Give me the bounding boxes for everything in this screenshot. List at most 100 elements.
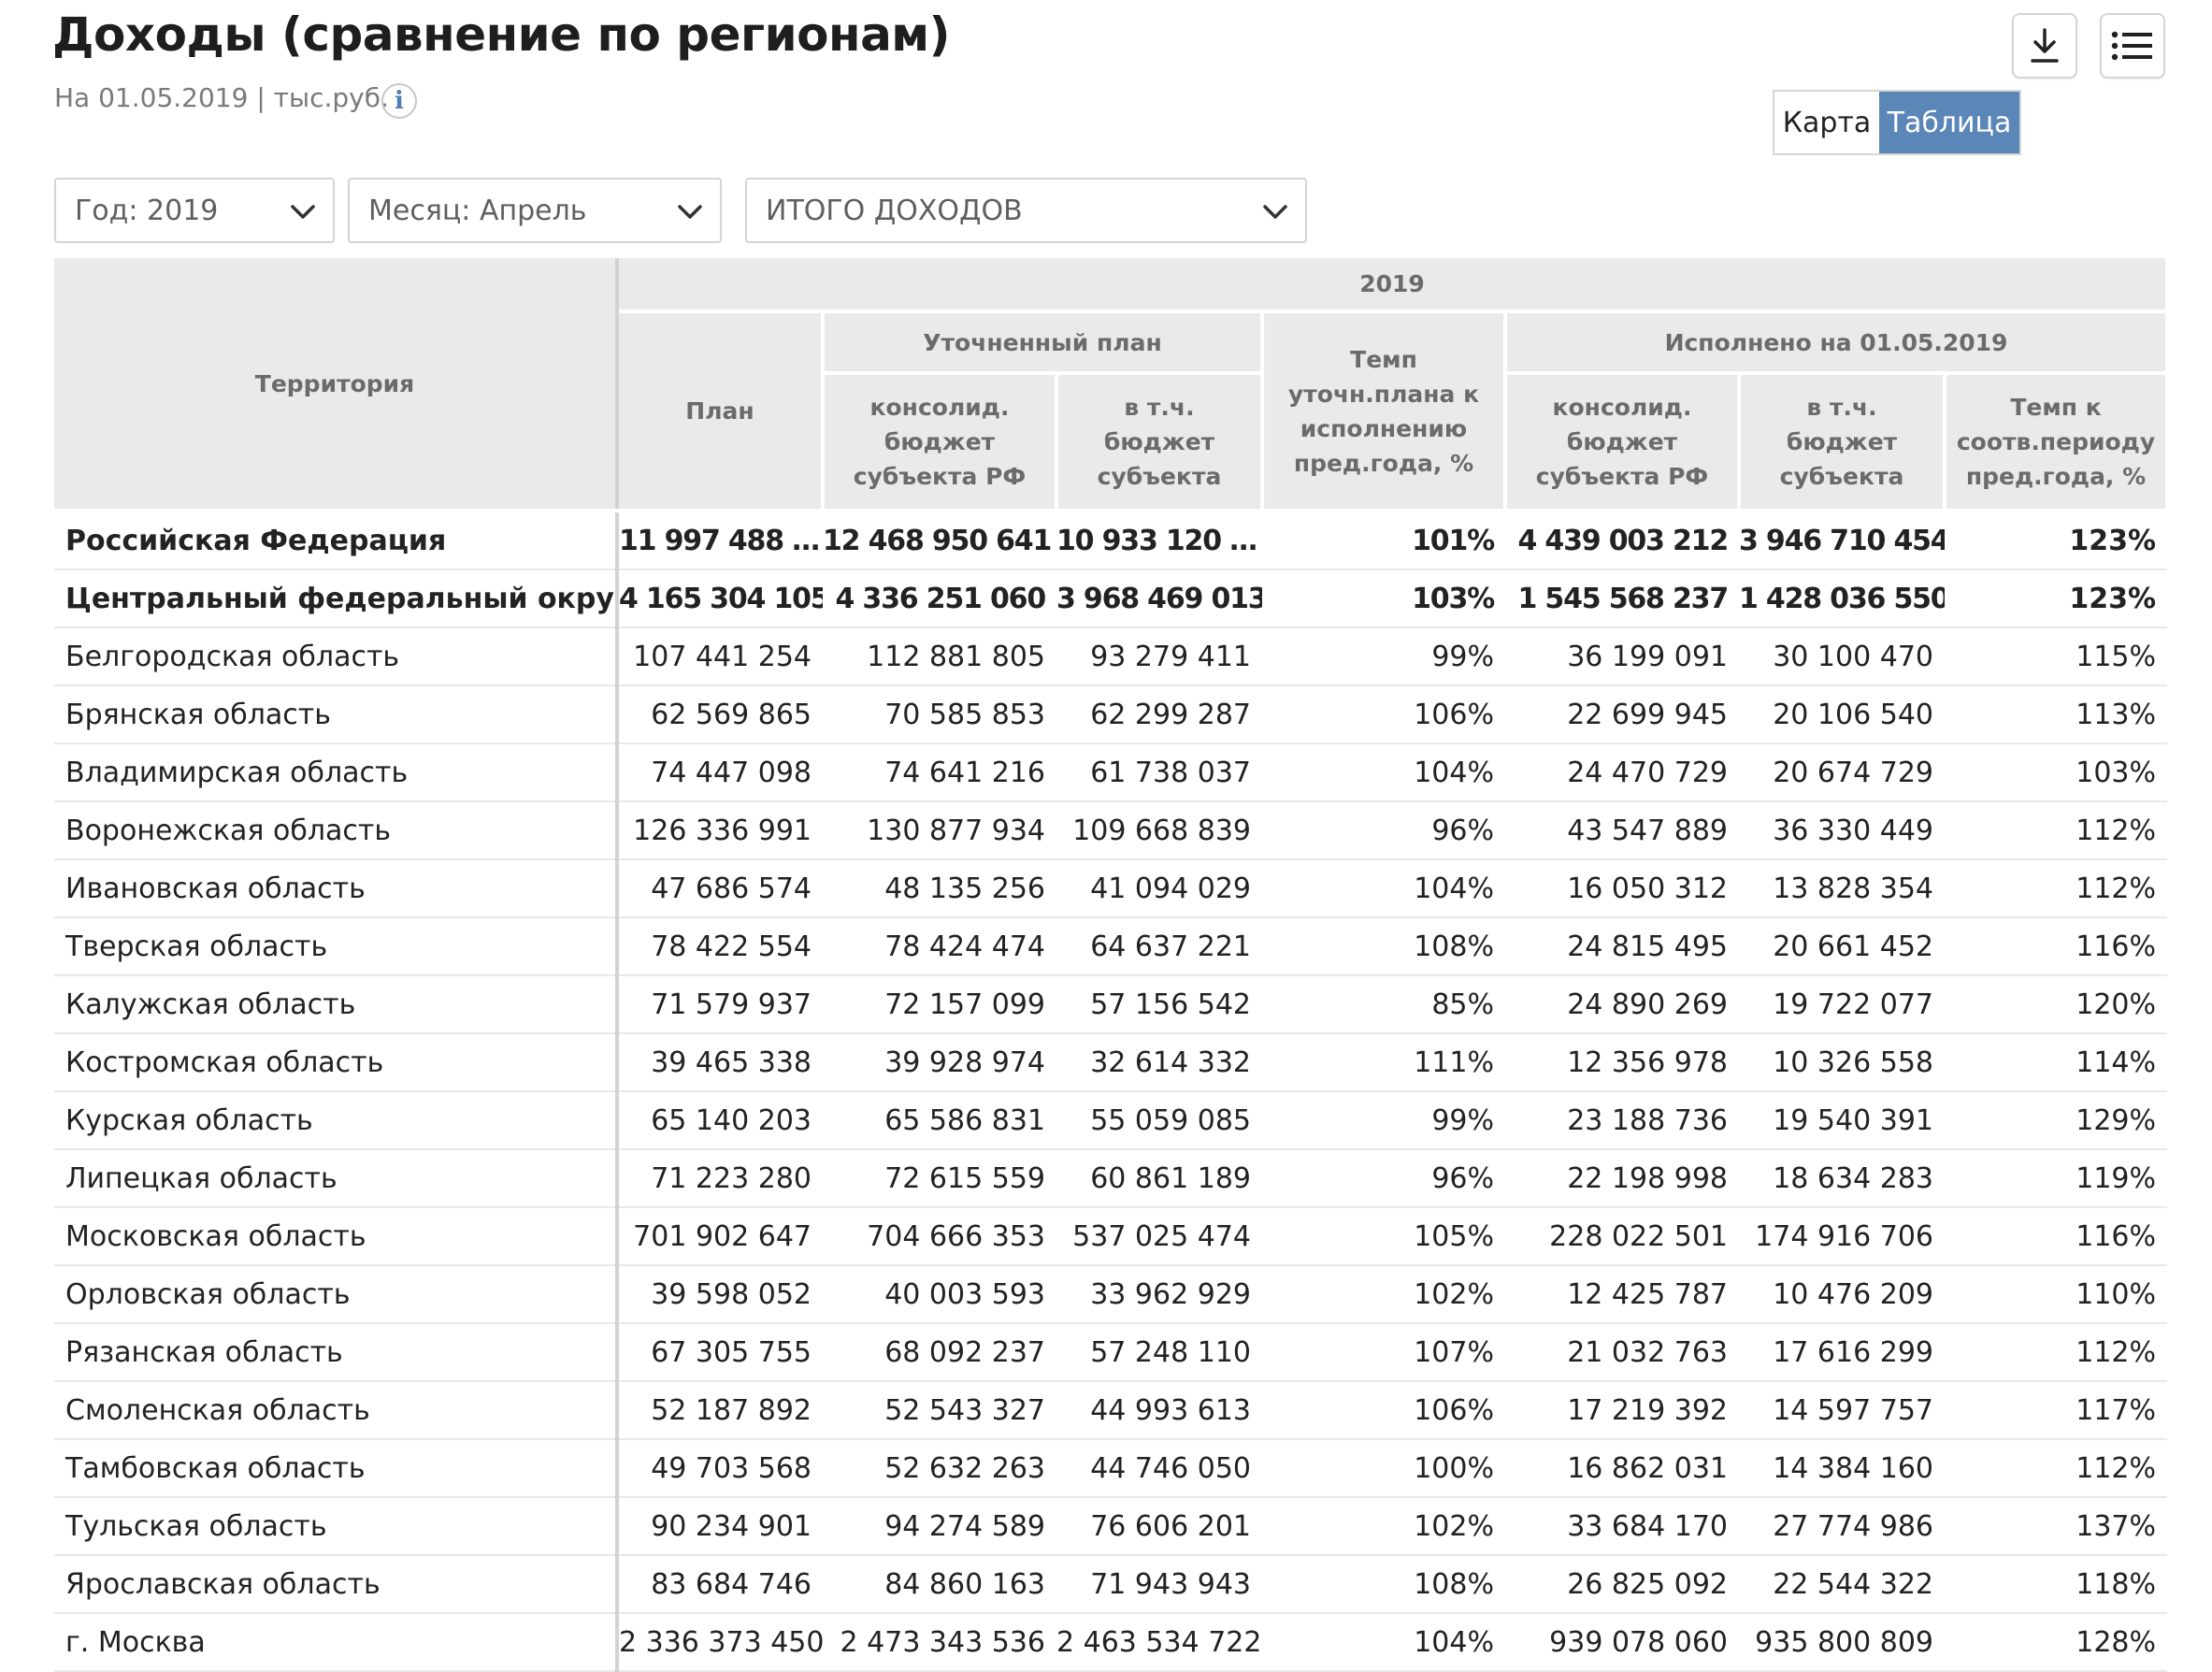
cell-refined-subject: 41 094 029 (1056, 859, 1262, 918)
cell-executed-consolidated: 43 547 889 (1505, 801, 1739, 860)
cell-plan: 39 598 052 (617, 1265, 823, 1324)
cell-rate-plan: 99% (1262, 627, 1505, 686)
table-row[interactable]: Рязанская область 67 305 755 68 092 237 57 … (54, 1323, 2168, 1382)
table-row[interactable]: Тульская область 90 234 901 94 274 589 76 6… (54, 1497, 2168, 1556)
cell-territory: Российская Федерация (54, 511, 619, 570)
col-header-territory[interactable]: Территория (54, 258, 619, 512)
download-button[interactable] (2012, 13, 2077, 79)
cell-refined-subject: 60 861 189 (1056, 1149, 1262, 1208)
cell-rate-plan: 108% (1262, 917, 1505, 976)
cell-rate-plan: 103% (1262, 569, 1505, 628)
cell-plan: 4 165 304 105 (617, 569, 823, 628)
cell-refined-consolidated: 48 135 256 (823, 859, 1056, 918)
table-row[interactable]: Воронежская область 126 336 991 130 877 93… (54, 801, 2168, 860)
cell-refined-subject: 57 156 542 (1056, 975, 1262, 1034)
cell-rate-plan: 101% (1262, 511, 1505, 570)
cell-executed-consolidated: 22 699 945 (1505, 685, 1739, 744)
cell-refined-subject: 71 943 943 (1056, 1555, 1262, 1614)
cell-executed-consolidated: 24 815 495 (1505, 917, 1739, 976)
table-row[interactable]: Калужская область 71 579 937 72 157 099 57 … (54, 975, 2168, 1034)
cell-territory: Курская область (54, 1091, 619, 1150)
cell-rate-period: 120% (1945, 975, 2168, 1034)
table-row[interactable]: г. Москва 2 336 373 450 2 473 343 536 2 463… (54, 1613, 2168, 1672)
cell-executed-subject: 1 428 036 550 (1739, 569, 1945, 628)
cell-territory: Смоленская область (54, 1381, 619, 1440)
table-row[interactable]: Тамбовская область 49 703 568 52 632 263 44… (54, 1439, 2168, 1498)
cell-rate-period: 123% (1945, 569, 2168, 628)
table-row[interactable]: Московская область 701 902 647 704 666 353… (54, 1207, 2168, 1266)
cell-rate-plan: 100% (1262, 1439, 1505, 1498)
map-view-button[interactable]: Карта (1774, 92, 1879, 153)
cell-executed-subject: 13 828 354 (1739, 859, 1945, 918)
table-row[interactable]: Костромская область 39 465 338 39 928 974 3… (54, 1033, 2168, 1092)
table-row[interactable]: Курская область 65 140 203 65 586 831 55 05… (54, 1091, 2168, 1150)
table-row[interactable]: Ярославская область 83 684 746 84 860 163 7… (54, 1555, 2168, 1614)
col-header-executed-consolidated[interactable]: консолид. бюджет субъекта РФ (1505, 373, 1741, 512)
table-row[interactable]: Российская Федерация 11 997 488 … 12 468 9… (54, 511, 2168, 570)
year-select[interactable]: Год: 2019 (54, 178, 335, 243)
cell-refined-consolidated: 74 641 216 (823, 743, 1056, 802)
cell-rate-period: 115% (1945, 627, 2168, 686)
col-header-plan[interactable]: План (617, 311, 825, 512)
cell-refined-subject: 2 463 534 722 (1056, 1613, 1262, 1672)
cell-refined-subject: 55 059 085 (1056, 1091, 1262, 1150)
table-row[interactable]: Смоленская область 52 187 892 52 543 327 44… (54, 1381, 2168, 1440)
cell-executed-consolidated: 24 470 729 (1505, 743, 1739, 802)
cell-refined-subject: 3 968 469 013 (1056, 569, 1262, 628)
table-row[interactable]: Липецкая область 71 223 280 72 615 559 60 8… (54, 1149, 2168, 1208)
cell-refined-consolidated: 68 092 237 (823, 1323, 1056, 1382)
cell-executed-subject: 18 634 283 (1739, 1149, 1945, 1208)
cell-rate-period: 123% (1945, 511, 2168, 570)
cell-executed-subject: 27 774 986 (1739, 1497, 1945, 1556)
cell-rate-period: 137% (1945, 1497, 2168, 1556)
cell-refined-consolidated: 39 928 974 (823, 1033, 1056, 1092)
cell-executed-consolidated: 23 188 736 (1505, 1091, 1739, 1150)
cell-refined-consolidated: 40 003 593 (823, 1265, 1056, 1324)
col-header-executed-subject[interactable]: в т.ч. бюджет субъекта (1739, 373, 1946, 512)
col-header-rate-period[interactable]: Темп к соотв.периоду пред.года, % (1945, 373, 2170, 512)
cell-executed-consolidated: 22 198 998 (1505, 1149, 1739, 1208)
info-icon[interactable]: i (381, 83, 417, 119)
menu-button[interactable] (2100, 13, 2165, 79)
cell-refined-consolidated: 94 274 589 (823, 1497, 1056, 1556)
income-type-select[interactable]: ИТОГО ДОХОДОВ (745, 178, 1307, 243)
cell-rate-plan: 111% (1262, 1033, 1505, 1092)
cell-executed-consolidated: 26 825 092 (1505, 1555, 1739, 1614)
table-view-button[interactable]: Таблица (1879, 92, 2019, 153)
table-row[interactable]: Центральный федеральный округ 4 165 304 1… (54, 569, 2168, 628)
cell-plan: 78 422 554 (617, 917, 823, 976)
cell-rate-plan: 104% (1262, 1613, 1505, 1672)
cell-executed-subject: 22 544 322 (1739, 1555, 1945, 1614)
table-row[interactable]: Ивановская область 47 686 574 48 135 256 41… (54, 859, 2168, 918)
col-header-refined-subject[interactable]: в т.ч. бюджет субъекта (1056, 373, 1264, 512)
cell-executed-consolidated: 4 439 003 212 (1505, 511, 1739, 570)
table-row[interactable]: Брянская область 62 569 865 70 585 853 62 2… (54, 685, 2168, 744)
cell-territory: Тульская область (54, 1497, 619, 1556)
col-header-rate-plan[interactable]: Темп уточн.плана к исполнению пред.года,… (1262, 311, 1507, 512)
table-row[interactable]: Орловская область 39 598 052 40 003 593 33 … (54, 1265, 2168, 1324)
chevron-down-icon (678, 205, 702, 219)
cell-executed-subject: 20 674 729 (1739, 743, 1945, 802)
cell-territory: Владимирская область (54, 743, 619, 802)
col-header-refined-consolidated[interactable]: консолид. бюджет субъекта РФ (823, 373, 1058, 512)
cell-territory: Калужская область (54, 975, 619, 1034)
cell-executed-consolidated: 33 684 170 (1505, 1497, 1739, 1556)
cell-refined-consolidated: 12 468 950 641 (823, 511, 1056, 570)
cell-rate-plan: 96% (1262, 1149, 1505, 1208)
cell-rate-period: 110% (1945, 1265, 2168, 1324)
cell-territory: Тамбовская область (54, 1439, 619, 1498)
cell-plan: 62 569 865 (617, 685, 823, 744)
cell-territory: Орловская область (54, 1265, 619, 1324)
cell-executed-subject: 17 616 299 (1739, 1323, 1945, 1382)
table-row[interactable]: Белгородская область 107 441 254 112 881 8… (54, 627, 2168, 686)
table-row[interactable]: Владимирская область 74 447 098 74 641 216… (54, 743, 2168, 802)
regions-table: Территория 2019 План Уточненный план Тем… (54, 258, 2170, 1672)
cell-rate-period: 114% (1945, 1033, 2168, 1092)
download-icon (2031, 28, 2059, 63)
table-row[interactable]: Тверская область 78 422 554 78 424 474 64 6… (54, 917, 2168, 976)
cell-executed-subject: 14 384 160 (1739, 1439, 1945, 1498)
month-select[interactable]: Месяц: Апрель (348, 178, 722, 243)
cell-refined-subject: 44 993 613 (1056, 1381, 1262, 1440)
cell-territory: г. Москва (54, 1613, 619, 1672)
year-select-value: Год: 2019 (75, 194, 219, 227)
